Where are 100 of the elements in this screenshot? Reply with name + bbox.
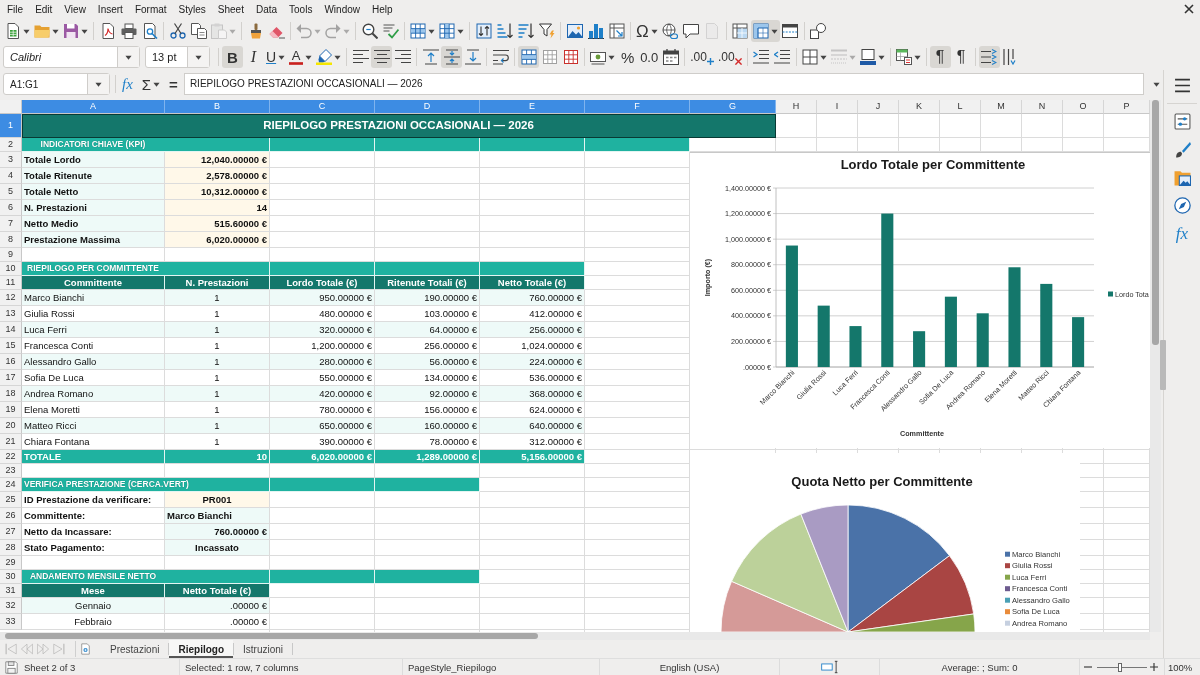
autofilter-button[interactable] — [536, 20, 557, 42]
row-header[interactable]: 5 — [0, 184, 22, 200]
delete-decimal-button[interactable]: .00 — [715, 46, 744, 68]
row-header[interactable]: 21 — [0, 434, 22, 450]
center-vertically-button[interactable] — [441, 46, 463, 68]
font-size-field[interactable]: 13 pt — [145, 46, 210, 68]
row-header[interactable]: 28 — [0, 540, 22, 556]
row-header[interactable]: 12 — [0, 290, 22, 306]
menu-item[interactable]: File — [1, 0, 30, 18]
italic-button[interactable]: I — [243, 46, 264, 68]
freeze-button[interactable] — [750, 20, 780, 42]
menu-item[interactable]: Edit — [29, 0, 59, 18]
percent-button[interactable]: % — [617, 46, 639, 68]
dropdown-button[interactable] — [87, 74, 109, 94]
date-format-button[interactable] — [660, 46, 682, 68]
menu-item[interactable]: Help — [366, 0, 399, 18]
column-header[interactable]: O — [1063, 100, 1104, 114]
sheet-tab[interactable]: Istruzioni — [234, 640, 293, 658]
menu-item[interactable]: Insert — [91, 0, 129, 18]
slider-thumb[interactable] — [1117, 662, 1122, 672]
dropdown-button[interactable] — [187, 47, 209, 67]
special-character-button[interactable]: Ω — [634, 20, 660, 42]
row-header[interactable]: 27 — [0, 524, 22, 540]
row-header[interactable]: 32 — [0, 598, 22, 614]
sum-button[interactable]: Σ — [138, 73, 164, 95]
dropdown-button[interactable] — [117, 47, 139, 67]
vertical-scrollbar[interactable] — [1150, 100, 1161, 632]
right-to-left-button[interactable]: ¶ — [950, 46, 972, 68]
row-header[interactable]: 26 — [0, 508, 22, 524]
row-header[interactable]: 22 — [0, 450, 22, 464]
column-header[interactable]: K — [899, 100, 940, 114]
print-area-button[interactable] — [729, 20, 751, 42]
merge-center-button[interactable] — [518, 46, 540, 68]
font-color-button[interactable]: A — [287, 46, 315, 68]
sidebar-handle[interactable] — [1160, 340, 1166, 390]
column-header[interactable]: L — [940, 100, 981, 114]
row-header[interactable]: 9 — [0, 248, 22, 262]
row-header[interactable]: 17 — [0, 370, 22, 386]
underline-button[interactable]: U — [264, 46, 288, 68]
row-header[interactable]: 13 — [0, 306, 22, 322]
font-name-field[interactable]: Calibri — [3, 46, 140, 68]
pivot-table-button[interactable] — [606, 20, 627, 42]
conditional-button[interactable] — [893, 46, 923, 68]
row-header[interactable]: 3 — [0, 152, 22, 168]
column-header[interactable]: I — [817, 100, 858, 114]
menu-item[interactable]: Data — [249, 0, 284, 18]
zoom-in-button[interactable] — [1150, 661, 1160, 673]
horizontal-scrollbar[interactable] — [0, 632, 1150, 640]
row-header[interactable]: 6 — [0, 200, 22, 216]
sheet-tab[interactable]: Prestazioni — [101, 640, 169, 658]
border-color-button[interactable] — [857, 46, 887, 68]
functions-tab[interactable]: fx — [1169, 220, 1195, 246]
number-format-button[interactable]: 0.0 — [638, 46, 661, 68]
sort-button[interactable] — [473, 20, 494, 42]
sheet-tab[interactable]: Riepilogo — [169, 640, 234, 658]
column-header[interactable]: P — [1104, 100, 1150, 114]
row-header[interactable]: 33 — [0, 614, 22, 630]
row-header[interactable]: 20 — [0, 418, 22, 434]
menu-item[interactable]: View — [58, 0, 92, 18]
row-header[interactable]: 18 — [0, 386, 22, 402]
row-header[interactable]: 29 — [0, 556, 22, 570]
row-header[interactable]: 23 — [0, 464, 22, 478]
row-header[interactable]: 10 — [0, 262, 22, 276]
row-header[interactable]: 25 — [0, 492, 22, 508]
hyperlink-button[interactable] — [659, 20, 681, 42]
column-header[interactable]: J — [858, 100, 899, 114]
align-center-button[interactable] — [371, 46, 393, 68]
left-to-right-button[interactable]: ¶ — [929, 46, 951, 68]
formula-button[interactable]: = — [166, 73, 181, 95]
bold-button[interactable]: B — [222, 46, 243, 68]
shapes-button[interactable] — [807, 20, 829, 42]
row-button[interactable] — [408, 20, 437, 42]
formula-input-field[interactable]: RIEPILOGO PRESTAZIONI OCCASIONALI — 2026 — [183, 73, 1144, 95]
row-header[interactable]: 4 — [0, 168, 22, 184]
menu-item[interactable]: Tools — [283, 0, 319, 18]
column-button[interactable] — [437, 20, 466, 42]
scrollbar-thumb[interactable] — [1152, 100, 1159, 345]
row-header[interactable]: 8 — [0, 232, 22, 248]
row-header[interactable]: 2 — [0, 138, 22, 152]
name-box-field[interactable]: A1:G1 — [3, 73, 110, 95]
row-header[interactable]: 24 — [0, 478, 22, 492]
column-header[interactable]: H — [776, 100, 817, 114]
menu-item[interactable]: Styles — [172, 0, 212, 18]
menu-item[interactable]: Format — [128, 0, 173, 18]
scrollbar-thumb[interactable] — [5, 633, 538, 639]
function-wizard-button[interactable]: fx — [119, 73, 136, 95]
menu-item[interactable]: Sheet — [211, 0, 250, 18]
row-header[interactable]: 15 — [0, 338, 22, 354]
add-decimal-button[interactable]: .00 — [688, 46, 716, 68]
copy-button[interactable] — [188, 20, 209, 42]
row-header[interactable]: 30 — [0, 570, 22, 584]
cut-button[interactable] — [167, 20, 188, 42]
column-header[interactable]: N — [1022, 100, 1063, 114]
row-header[interactable]: 7 — [0, 216, 22, 232]
text-direction-button[interactable] — [978, 46, 1000, 68]
row-header[interactable]: 11 — [0, 276, 22, 290]
menu-item[interactable]: Window — [318, 0, 366, 18]
row-header[interactable]: 16 — [0, 354, 22, 370]
row-header[interactable]: 14 — [0, 322, 22, 338]
row-header[interactable]: 19 — [0, 402, 22, 418]
